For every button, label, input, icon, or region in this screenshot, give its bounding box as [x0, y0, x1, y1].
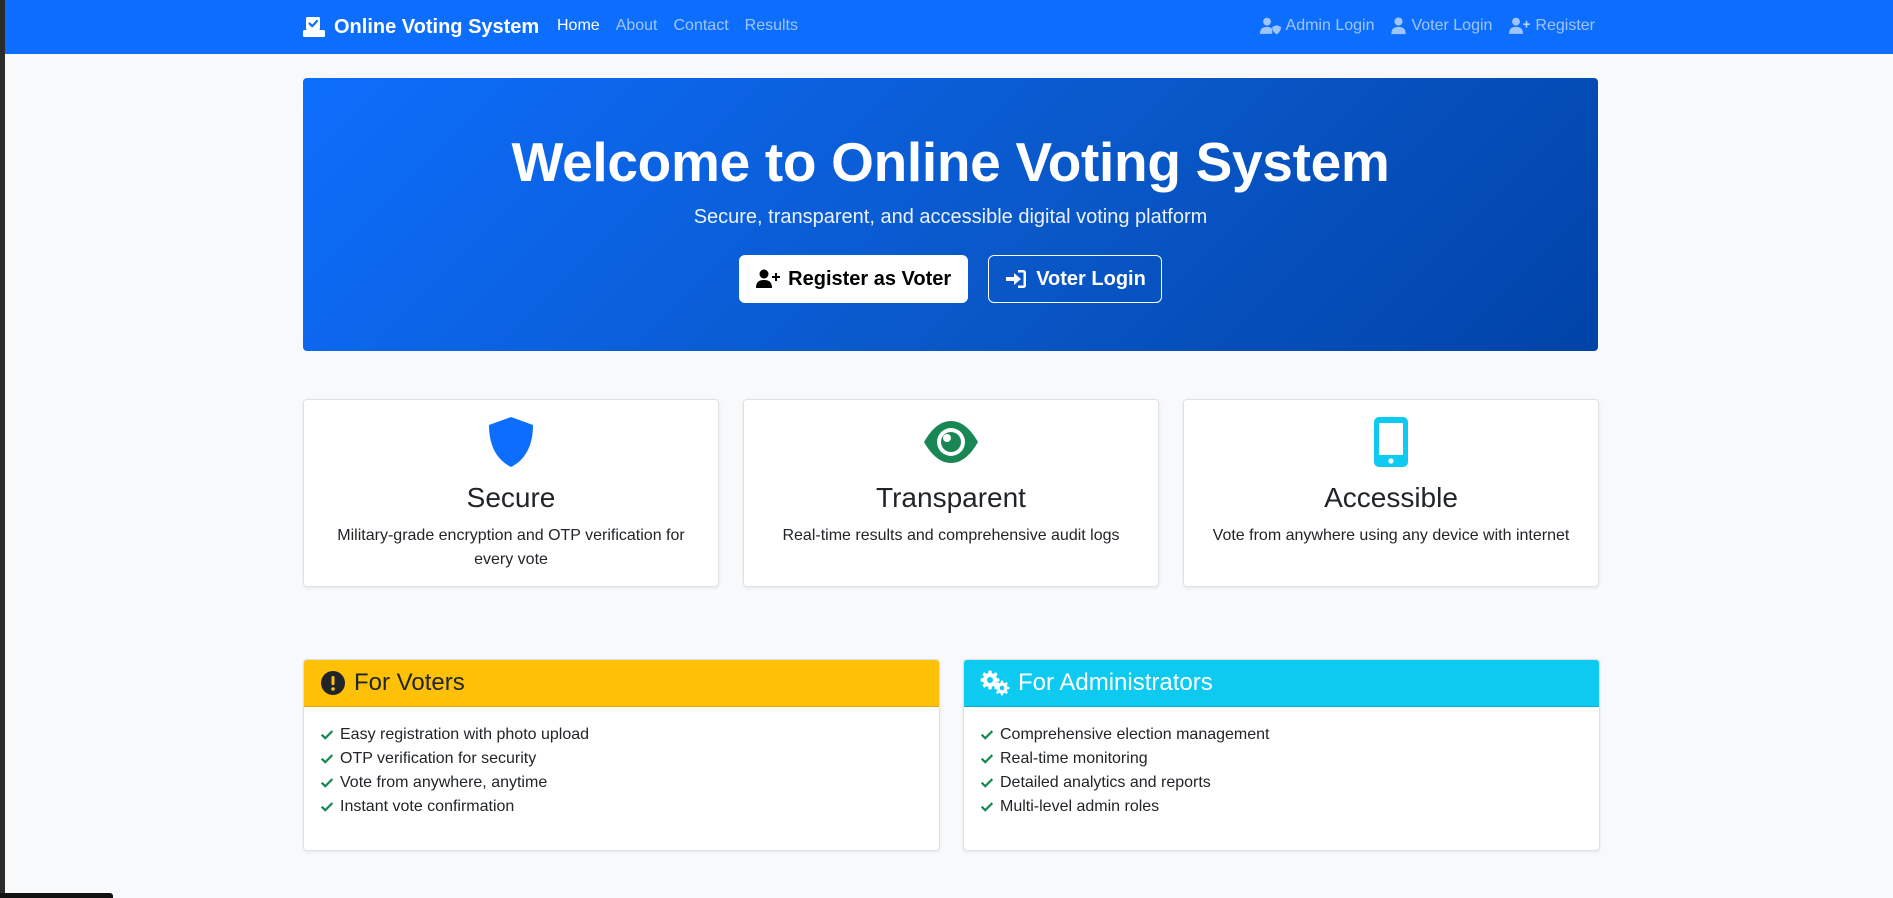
list-item-text: Vote from anywhere, anytime: [340, 774, 548, 791]
feature-title: Accessible: [1324, 482, 1458, 513]
list-item-text: Multi-level admin roles: [1000, 798, 1160, 815]
register-link[interactable]: Register: [1509, 16, 1595, 36]
administrators-panel: For Administrators Comprehensive electio…: [963, 659, 1600, 851]
administrators-panel-title: For Administrators: [1018, 669, 1213, 696]
feature-text: Military-grade encryption and OTP verifi…: [337, 527, 685, 568]
voter-login-button[interactable]: Voter Login: [988, 255, 1162, 303]
feature-card-transparent: Transparent Real-time results and compre…: [743, 399, 1159, 587]
user-plus-icon: [756, 269, 781, 288]
feature-card-accessible: Accessible Vote from anywhere using any …: [1183, 399, 1599, 587]
list-item: Vote from anywhere, anytime: [320, 771, 923, 795]
check-icon: [980, 730, 994, 740]
brand[interactable]: Online Voting System: [302, 13, 539, 41]
list-item: Comprehensive election management: [980, 723, 1583, 747]
voter-login-link[interactable]: Voter Login: [1391, 16, 1492, 36]
exclamation-circle-icon: [321, 671, 345, 695]
nav-contact[interactable]: Contact: [674, 16, 729, 36]
brand-text: Online Voting System: [334, 15, 540, 38]
list-item-text: Detailed analytics and reports: [1000, 774, 1211, 791]
check-icon: [320, 802, 334, 812]
nav-home[interactable]: Home: [557, 16, 600, 36]
voters-panel-title: For Voters: [354, 669, 465, 696]
page: Online Voting System Home About Contact …: [5, 0, 1893, 898]
list-item: Detailed analytics and reports: [980, 771, 1583, 795]
voter-login-label: Voter Login: [1411, 17, 1493, 34]
hero-banner: Welcome to Online Voting System Secure, …: [303, 78, 1598, 351]
feature-card-secure: Secure Military-grade encryption and OTP…: [303, 399, 719, 587]
nav-links: Home About Contact Results: [557, 16, 798, 36]
administrators-panel-header: For Administrators: [964, 660, 1599, 707]
list-item-text: Comprehensive election management: [1000, 726, 1270, 743]
feature-text: Real-time results and comprehensive audi…: [782, 527, 1120, 544]
list-item: Easy registration with photo upload: [320, 723, 923, 747]
hero-title: Welcome to Online Voting System: [511, 131, 1390, 193]
shield-icon: [489, 417, 533, 467]
voters-feature-list: Easy registration with photo upload OTP …: [304, 707, 939, 819]
feature-title: Transparent: [876, 482, 1026, 513]
check-icon: [320, 754, 334, 764]
vote-box-icon: [303, 17, 325, 37]
register-label: Register: [1535, 17, 1595, 34]
check-icon: [980, 778, 994, 788]
taskbar-edge: [0, 893, 113, 898]
voters-panel-header: For Voters: [304, 660, 939, 707]
list-item-text: OTP verification for security: [340, 750, 537, 767]
list-item-text: Easy registration with photo upload: [340, 726, 590, 743]
feature-text: Vote from anywhere using any device with…: [1212, 527, 1570, 544]
voters-panel: For Voters Easy registration with photo …: [303, 659, 940, 851]
list-item: Multi-level admin roles: [980, 795, 1583, 819]
check-icon: [320, 778, 334, 788]
admin-login-link[interactable]: Admin Login: [1259, 16, 1375, 36]
check-icon: [320, 730, 334, 740]
register-as-voter-button[interactable]: Register as Voter: [739, 255, 969, 303]
register-as-voter-label: Register as Voter: [788, 267, 952, 290]
list-item: OTP verification for security: [320, 747, 923, 771]
administrators-feature-list: Comprehensive election management Real-t…: [964, 707, 1599, 819]
list-item-text: Real-time monitoring: [1000, 750, 1148, 767]
check-icon: [980, 802, 994, 812]
check-icon: [980, 754, 994, 764]
mobile-icon: [1374, 417, 1408, 467]
voter-login-label: Voter Login: [1036, 267, 1146, 290]
sign-in-icon: [1006, 270, 1027, 288]
list-item: Real-time monitoring: [980, 747, 1583, 771]
gears-icon: [980, 670, 1010, 696]
user-shield-icon: [1259, 17, 1281, 35]
user-icon: [1391, 17, 1407, 35]
list-item-text: Instant vote confirmation: [340, 798, 515, 815]
nav-about[interactable]: About: [616, 16, 658, 36]
nav-results[interactable]: Results: [745, 16, 798, 36]
eye-icon: [924, 421, 978, 463]
user-plus-icon: [1509, 17, 1531, 34]
navbar: Online Voting System Home About Contact …: [5, 0, 1893, 54]
hero-subtitle: Secure, transparent, and accessible digi…: [693, 206, 1208, 228]
nav-auth-links: Admin Login Voter Login Register: [1259, 16, 1595, 36]
feature-title: Secure: [466, 482, 556, 513]
admin-login-label: Admin Login: [1285, 17, 1375, 34]
hero-buttons: Register as Voter Voter Login: [303, 255, 1598, 303]
list-item: Instant vote confirmation: [320, 795, 923, 819]
